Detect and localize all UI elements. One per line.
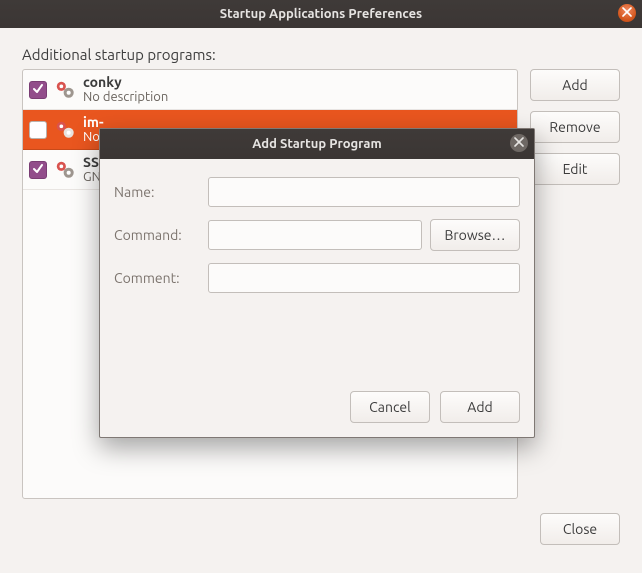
row-checkbox[interactable] xyxy=(29,121,47,139)
gears-icon xyxy=(53,118,77,142)
row-checkbox[interactable] xyxy=(29,81,47,99)
dialog-add-button[interactable]: Add xyxy=(440,391,520,423)
dialog-titlebar: Add Startup Program xyxy=(100,129,534,159)
close-button[interactable]: Close xyxy=(540,513,620,545)
window-title: Startup Applications Preferences xyxy=(220,7,422,21)
window-close-button[interactable] xyxy=(618,4,636,22)
add-button[interactable]: Add xyxy=(530,69,620,101)
list-label: Additional startup programs: xyxy=(22,46,620,63)
comment-label: Comment: xyxy=(114,270,200,286)
row-desc: No description xyxy=(83,90,168,105)
dialog-footer: Cancel Add xyxy=(100,381,534,437)
command-field[interactable] xyxy=(208,220,422,250)
dialog-title: Add Startup Program xyxy=(252,137,381,151)
name-field[interactable] xyxy=(208,177,520,207)
remove-button[interactable]: Remove xyxy=(530,111,620,143)
comment-field[interactable] xyxy=(208,263,520,293)
gears-icon xyxy=(53,78,77,102)
check-icon xyxy=(32,162,44,178)
browse-button[interactable]: Browse… xyxy=(430,219,520,251)
row-text: conky No description xyxy=(83,74,168,105)
command-label: Command: xyxy=(114,227,200,243)
main-footer: Close xyxy=(22,513,620,545)
check-icon xyxy=(32,82,44,98)
add-startup-dialog: Add Startup Program Name: Command: Brows… xyxy=(99,128,535,438)
name-label: Name: xyxy=(114,184,200,200)
gears-icon xyxy=(53,158,77,182)
row-checkbox[interactable] xyxy=(29,161,47,179)
window-titlebar: Startup Applications Preferences xyxy=(0,0,642,28)
row-name: conky xyxy=(83,74,168,90)
cancel-button[interactable]: Cancel xyxy=(350,391,430,423)
edit-button[interactable]: Edit xyxy=(530,153,620,185)
close-icon xyxy=(514,136,524,150)
dialog-close-button[interactable] xyxy=(510,134,528,152)
close-icon xyxy=(622,6,632,20)
dialog-body: Name: Command: Browse… Comment: xyxy=(100,159,534,303)
side-buttons: Add Remove Edit xyxy=(530,69,620,499)
list-item[interactable]: conky No description xyxy=(23,70,517,110)
